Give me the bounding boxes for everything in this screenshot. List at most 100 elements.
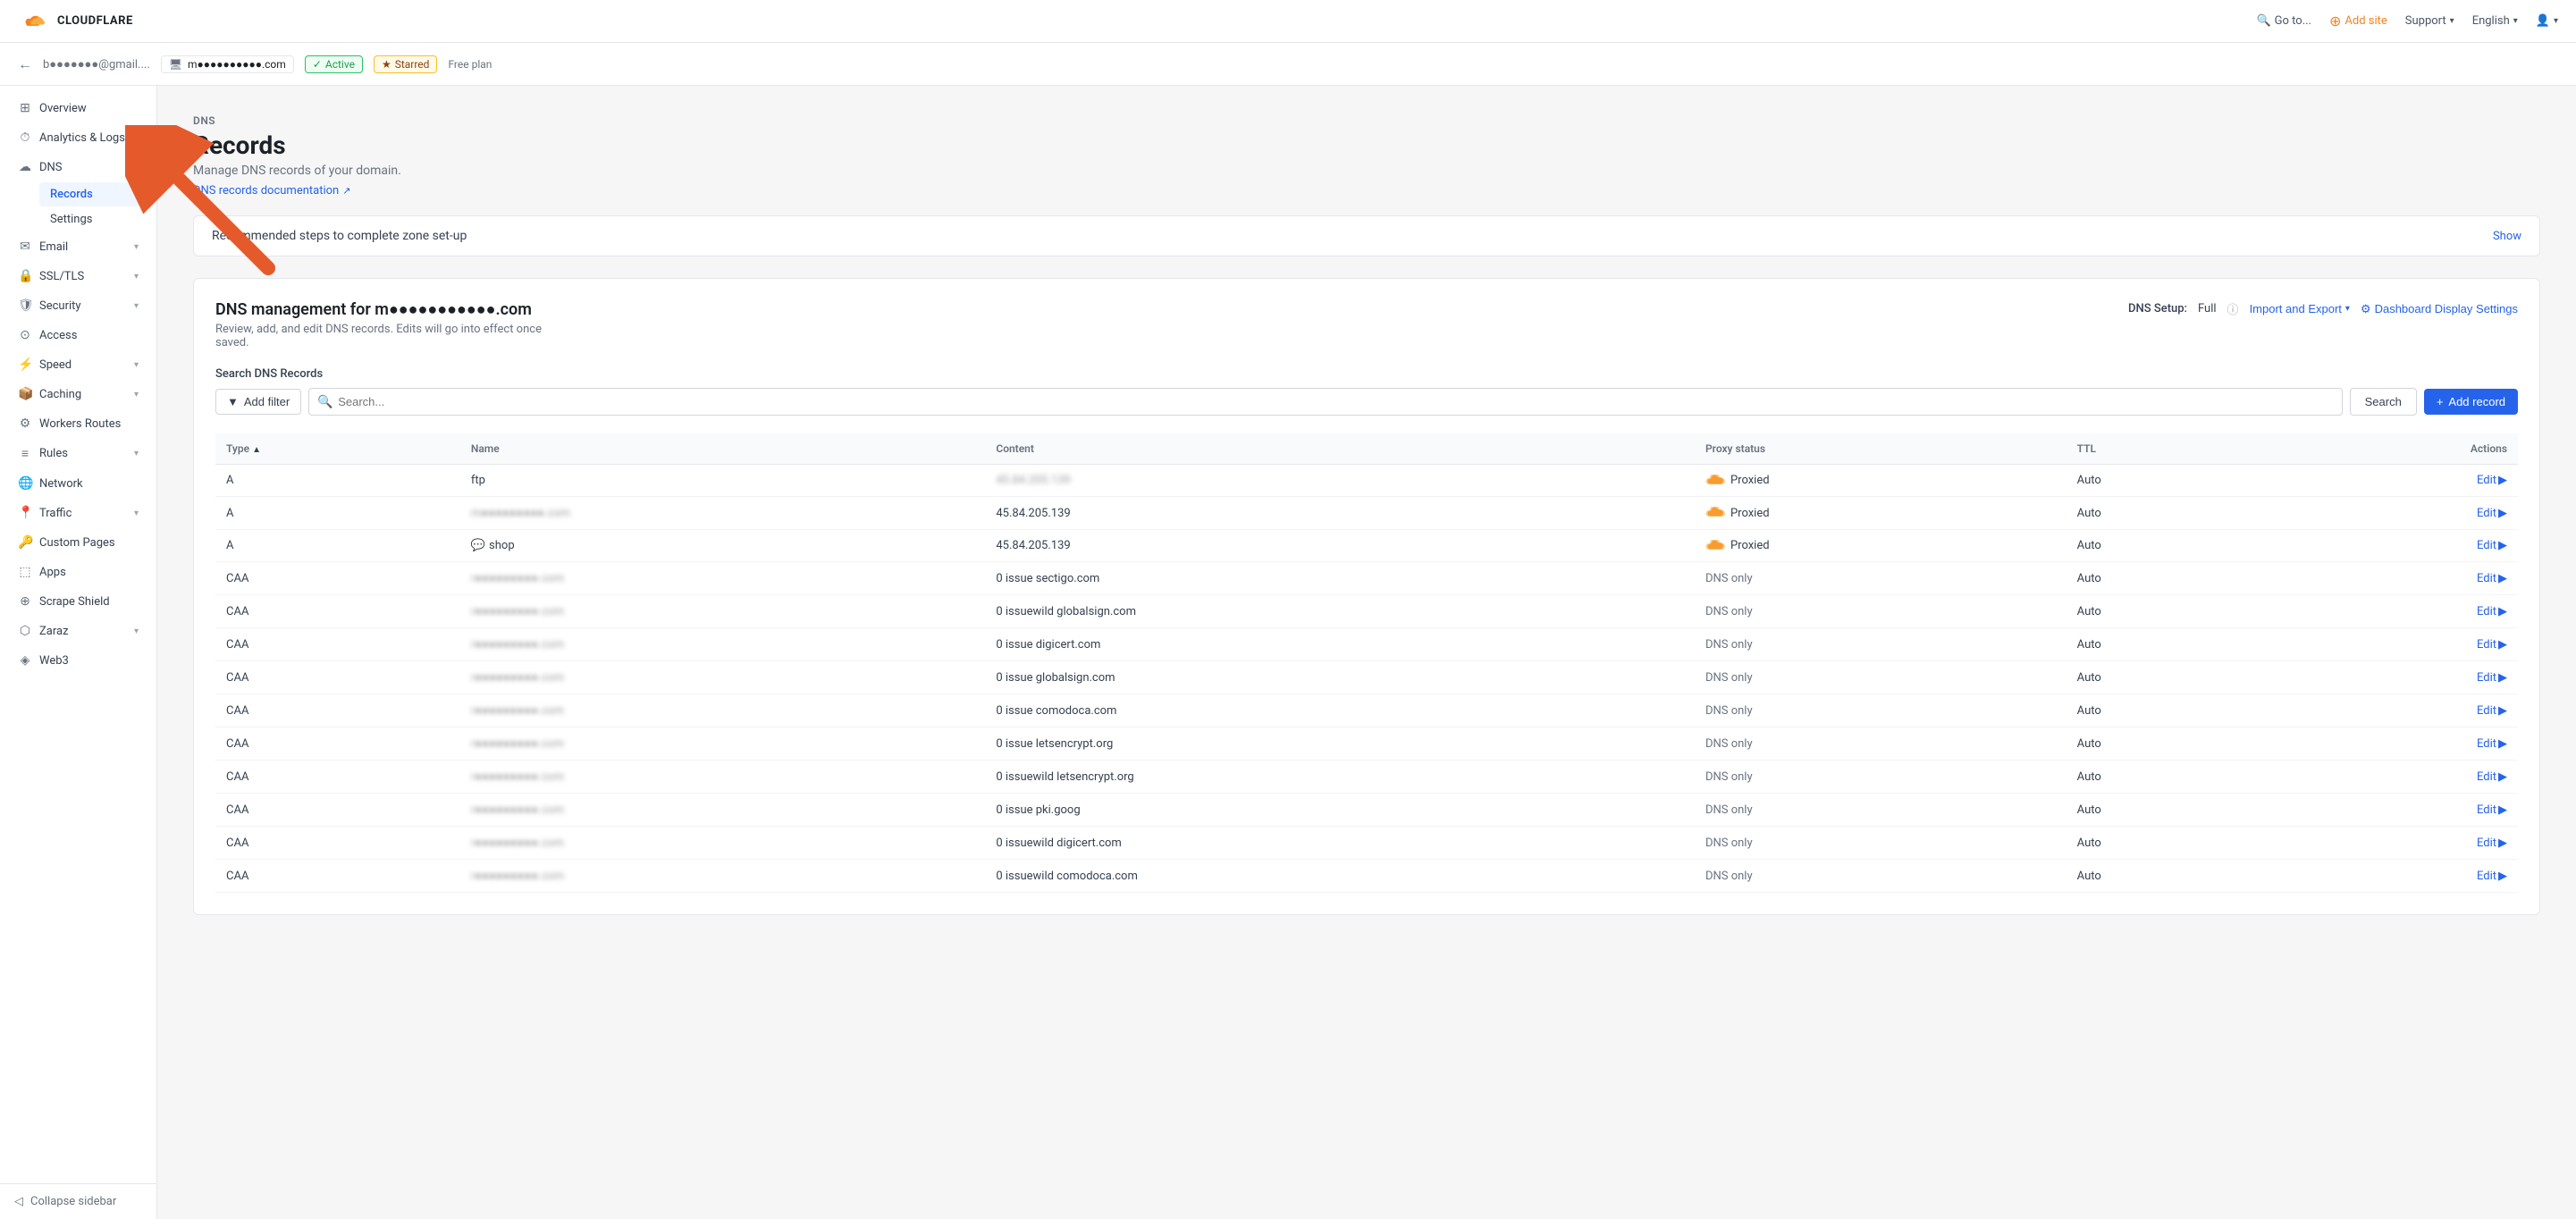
dns-setup-value: Full <box>2198 302 2217 315</box>
docs-link[interactable]: DNS records documentation ↗ <box>193 184 350 198</box>
dns-only-text: DNS only <box>1705 836 1753 850</box>
cell-name: ftp <box>460 465 986 497</box>
sidebar-item-dns-settings[interactable]: Settings <box>39 207 153 231</box>
edit-link[interactable]: Edit ▶ <box>2477 539 2507 552</box>
table-row: CAAr●●●●●●●●●.com0 issuewild letsencrypt… <box>215 761 2518 794</box>
search-button[interactable]: Search <box>2350 388 2417 416</box>
sidebar-item-caching[interactable]: 📦 Caching ▾ <box>4 380 153 408</box>
cell-type: A <box>215 497 460 530</box>
recommendation-banner: Recommended steps to complete zone set-u… <box>193 215 2540 256</box>
col-content[interactable]: Content <box>985 433 1695 465</box>
chevron-right-icon: ▶ <box>2498 704 2507 718</box>
edit-link[interactable]: Edit ▶ <box>2477 638 2507 652</box>
sidebar-item-security[interactable]: 🛡 Security ▾ <box>4 291 153 320</box>
cell-ttl: Auto <box>2067 827 2265 860</box>
star-icon: ★ <box>382 58 391 71</box>
edit-link[interactable]: Edit ▶ <box>2477 572 2507 585</box>
back-button[interactable]: ← <box>18 55 32 73</box>
cell-action: Edit ▶ <box>2265 694 2518 727</box>
support-button[interactable]: Support ▾ <box>2405 14 2454 28</box>
sidebar-item-rules[interactable]: ≡ Rules ▾ <box>4 439 153 468</box>
import-export-button[interactable]: Import and Export ▾ <box>2250 302 2350 315</box>
add-filter-label: Add filter <box>244 395 290 408</box>
sidebar-item-zaraz[interactable]: ⬡ Zaraz ▾ <box>4 617 153 645</box>
dashboard-display-button[interactable]: ⚙ Dashboard Display Settings <box>2361 302 2518 316</box>
collapse-sidebar-button[interactable]: ◁ Collapse sidebar <box>0 1183 156 1219</box>
table-row: CAAr●●●●●●●●●.com0 issue comodoca.comDNS… <box>215 694 2518 727</box>
overview-label: Overview <box>39 102 139 115</box>
cell-action: Edit ▶ <box>2265 465 2518 497</box>
page-title: Records <box>193 130 2540 160</box>
plus-icon: ⊕ <box>2329 13 2341 29</box>
add-filter-button[interactable]: ▼ Add filter <box>215 389 301 415</box>
table-row: CAAr●●●●●●●●●.com0 issue pki.googDNS onl… <box>215 794 2518 827</box>
dns-only-text: DNS only <box>1705 870 1753 883</box>
language-button[interactable]: English ▾ <box>2472 14 2518 28</box>
edit-link[interactable]: Edit ▶ <box>2477 870 2507 883</box>
sidebar-item-custom-pages[interactable]: 🔑 Custom Pages <box>4 528 153 557</box>
cell-content: 45.84.205.139 <box>985 497 1695 530</box>
edit-link[interactable]: Edit ▶ <box>2477 507 2507 520</box>
edit-link[interactable]: Edit ▶ <box>2477 836 2507 850</box>
sidebar-item-scrape-shield[interactable]: ⊕ Scrape Shield <box>4 587 153 616</box>
chevron-down-icon: ▾ <box>134 133 139 143</box>
cell-action: Edit ▶ <box>2265 628 2518 661</box>
edit-link[interactable]: Edit ▶ <box>2477 605 2507 618</box>
dns-table: Type ▲ Name Content Proxy status TTL Act… <box>215 433 2518 893</box>
edit-link[interactable]: Edit ▶ <box>2477 803 2507 817</box>
dns-only-text: DNS only <box>1705 737 1753 751</box>
cell-proxy: DNS only <box>1695 595 2067 628</box>
edit-link[interactable]: Edit ▶ <box>2477 737 2507 751</box>
edit-link[interactable]: Edit ▶ <box>2477 704 2507 718</box>
col-proxy[interactable]: Proxy status <box>1695 433 2067 465</box>
email-label: Email <box>39 240 127 254</box>
col-ttl[interactable]: TTL <box>2067 433 2265 465</box>
chevron-down-icon: ▾ <box>2450 16 2454 26</box>
sidebar-item-analytics[interactable]: ⏱ Analytics & Logs ▾ <box>4 123 153 152</box>
cell-type: CAA <box>215 628 460 661</box>
dns-only-text: DNS only <box>1705 572 1753 585</box>
filter-icon: ▼ <box>227 395 239 408</box>
sidebar-item-speed[interactable]: ⚡ Speed ▾ <box>4 350 153 379</box>
goto-button[interactable]: 🔍 Go to... <box>2256 14 2311 28</box>
chevron-down-icon: ▾ <box>134 626 139 636</box>
cell-name: r●●●●●●●●●.com <box>460 860 986 893</box>
sidebar-item-email[interactable]: ✉ Email ▾ <box>4 232 153 261</box>
sidebar-item-dns[interactable]: ☁ DNS ▴ <box>4 153 153 181</box>
info-icon[interactable]: ⓘ <box>2227 300 2239 317</box>
sidebar-item-traffic[interactable]: 📍 Traffic ▾ <box>4 499 153 527</box>
sidebar-item-access[interactable]: ⊙ Access <box>4 321 153 349</box>
sidebar-item-web3[interactable]: ◈ Web3 <box>4 646 153 675</box>
search-row: ▼ Add filter 🔍 Search + Add record <box>215 388 2518 416</box>
col-type[interactable]: Type ▲ <box>215 433 460 465</box>
cell-proxy: DNS only <box>1695 761 2067 794</box>
cell-content: 0 issue sectigo.com <box>985 562 1695 595</box>
add-record-button[interactable]: + Add record <box>2424 389 2518 415</box>
gear-icon: ⚙ <box>2361 302 2371 316</box>
search-input[interactable] <box>308 388 2342 416</box>
chevron-right-icon: ▶ <box>2498 671 2507 685</box>
edit-link[interactable]: Edit ▶ <box>2477 770 2507 784</box>
sidebar-item-workers-routes[interactable]: ⚙ Workers Routes <box>4 409 153 438</box>
edit-link[interactable]: Edit ▶ <box>2477 474 2507 487</box>
user-button[interactable]: 👤 ▾ <box>2536 14 2558 28</box>
cell-proxy: DNS only <box>1695 694 2067 727</box>
search-dns-label: Search DNS Records <box>215 367 2518 381</box>
col-name[interactable]: Name <box>460 433 986 465</box>
sidebar-item-apps[interactable]: ⬚ Apps <box>4 558 153 586</box>
edit-link[interactable]: Edit ▶ <box>2477 671 2507 685</box>
sidebar-item-dns-records[interactable]: Records <box>39 182 153 206</box>
cell-content: 0 issuewild globalsign.com <box>985 595 1695 628</box>
add-site-button[interactable]: ⊕ Add site <box>2329 13 2387 29</box>
goto-label: Go to... <box>2275 14 2311 28</box>
scrape-label: Scrape Shield <box>39 595 139 609</box>
search-button-label: Search <box>2365 395 2402 408</box>
table-row: A💬shop45.84.205.139 Proxied AutoEdit ▶ <box>215 530 2518 562</box>
show-link[interactable]: Show <box>2493 230 2521 243</box>
col-actions: Actions <box>2265 433 2518 465</box>
sidebar-item-overview[interactable]: ⊞ Overview <box>4 94 153 122</box>
sidebar-item-ssltls[interactable]: 🔒 SSL/TLS ▾ <box>4 262 153 290</box>
sidebar-item-network[interactable]: 🌐 Network <box>4 469 153 498</box>
domain-pill[interactable]: 🖥 m●●●●●●●●●●.com <box>161 55 294 73</box>
analytics-icon: ⏱ <box>18 130 32 145</box>
